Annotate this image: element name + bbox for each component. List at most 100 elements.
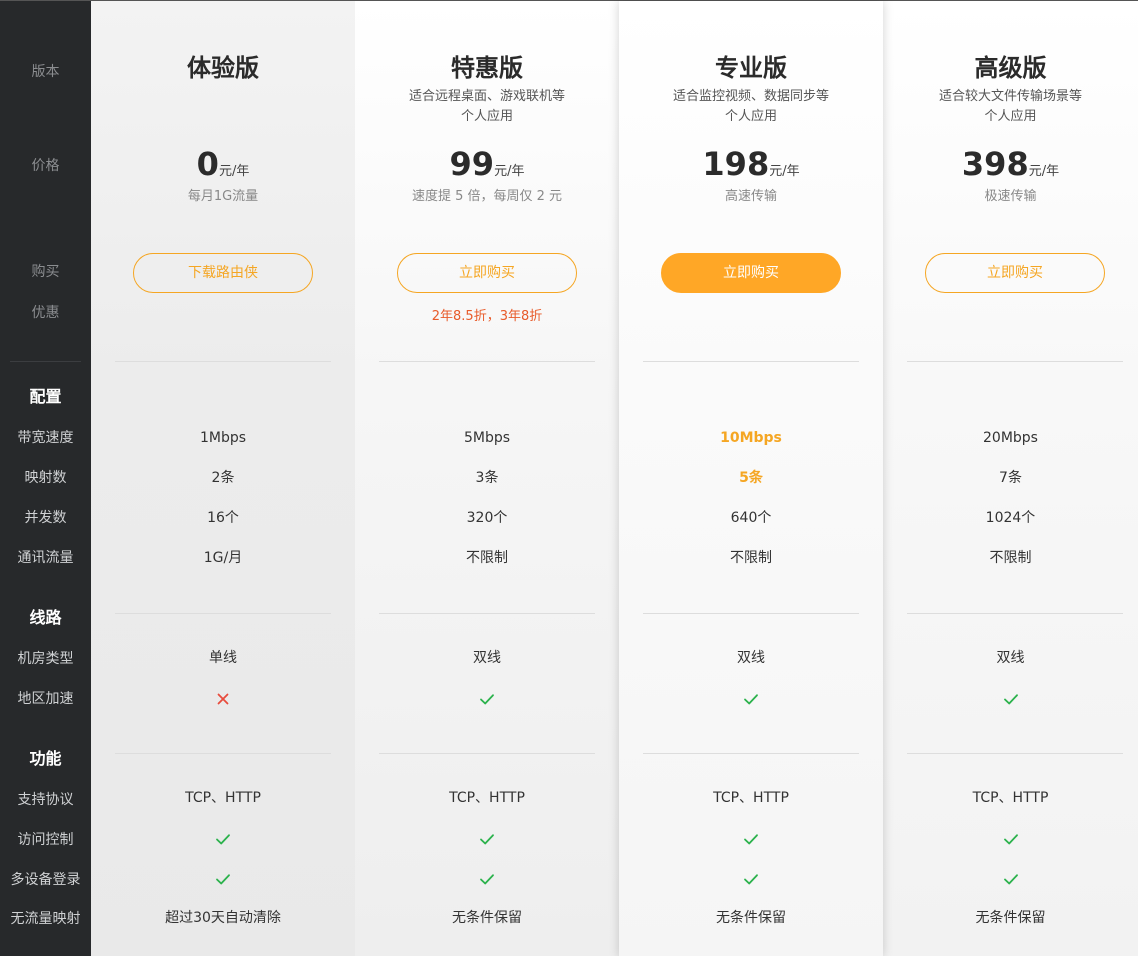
promo-text: 2年8.5折，3年8折 [431, 309, 543, 324]
sidebar-label-concurrency: 并发数 [24, 510, 67, 526]
section-divider [115, 613, 331, 614]
sidebar-label-access-control: 访问控制 [17, 832, 74, 848]
room-type-value: 双线 [996, 650, 1025, 666]
plan-price: 0元/年 [91, 144, 355, 192]
plan-price: 198元/年 [619, 144, 883, 192]
plan-subtitle: 高速传输 [724, 189, 777, 204]
protocols-value: TCP、HTTP [185, 790, 261, 806]
sidebar-label-region-accel: 地区加速 [17, 691, 74, 707]
sidebar-label-protocols: 支持协议 [17, 792, 74, 808]
sidebar-section-line: 线路 [29, 608, 62, 627]
protocols-value: TCP、HTTP [713, 790, 789, 806]
mappings-value: 5条 [739, 470, 763, 486]
plan-title: 专业版 [715, 54, 787, 82]
section-divider [379, 361, 595, 362]
pricing-page: 版本 价格 购买 优惠 配置 带宽速度 映射数 并发数 通讯流量 线路 机房类型… [0, 0, 1138, 956]
no-traffic-mapping-value: 无条件保留 [975, 910, 1046, 926]
price-amount: 198 [702, 145, 770, 183]
sidebar-label-bandwidth: 带宽速度 [17, 430, 74, 446]
sidebar-label-no-traffic-mapping: 无流量映射 [10, 911, 81, 927]
mappings-value: 3条 [475, 470, 499, 486]
section-divider [115, 753, 331, 754]
sidebar-label-version: 版本 [31, 64, 60, 80]
bandwidth-value: 5Mbps [463, 430, 511, 446]
section-divider [907, 361, 1123, 362]
region-accel-check-icon [480, 694, 494, 705]
buy-now-button[interactable]: 立即购买 [925, 253, 1105, 293]
region-accel-cross-icon [217, 693, 229, 705]
section-divider [643, 753, 859, 754]
mappings-value: 7条 [999, 470, 1022, 486]
bandwidth-value: 10Mbps [720, 430, 782, 446]
buy-now-button[interactable]: 立即购买 [661, 253, 841, 293]
section-divider [379, 613, 595, 614]
section-divider [907, 753, 1123, 754]
no-traffic-mapping-value: 超过30天自动清除 [165, 910, 281, 926]
region-accel-check-icon [744, 694, 758, 705]
traffic-value: 不限制 [989, 550, 1032, 566]
mappings-value: 2条 [211, 470, 235, 486]
price-amount: 398 [961, 145, 1029, 183]
plan-description-line2: 个人应用 [724, 109, 777, 124]
access-control-check-icon [744, 834, 758, 845]
concurrency-value: 320个 [466, 510, 508, 526]
plan-description-line1: 适合监控视频、数据同步等 [672, 89, 829, 104]
traffic-value: 1G/月 [203, 550, 243, 566]
multi-device-check-icon [1003, 874, 1018, 885]
sidebar-label-room-type: 机房类型 [17, 651, 74, 667]
section-divider [379, 753, 595, 754]
buy-now-button[interactable]: 立即购买 [397, 253, 577, 293]
no-traffic-mapping-value: 无条件保留 [452, 910, 522, 926]
section-divider [907, 613, 1123, 614]
plan-subtitle: 极速传输 [984, 189, 1037, 204]
concurrency-value: 16个 [207, 510, 239, 526]
plan-price: 398元/年 [883, 144, 1138, 192]
plan-column-pro: 专业版 适合监控视频、数据同步等 个人应用 198元/年 高速传输 立即购买 10Mbps 5… [619, 1, 883, 956]
section-divider [643, 361, 859, 362]
price-unit: 元/年 [1028, 164, 1060, 179]
sidebar-label-buy: 购买 [31, 264, 60, 280]
sidebar-label-multi-device: 多设备登录 [10, 872, 81, 888]
concurrency-value: 1024个 [985, 510, 1036, 526]
bandwidth-value: 1Mbps [199, 430, 247, 446]
access-control-check-icon [480, 834, 494, 845]
sidebar-label-discount: 优惠 [31, 305, 60, 321]
feature-sidebar: 版本 价格 购买 优惠 配置 带宽速度 映射数 并发数 通讯流量 线路 机房类型… [0, 1, 91, 956]
concurrency-value: 640个 [730, 510, 772, 526]
plan-subtitle: 每月1G流量 [187, 189, 259, 204]
price-amount: 99 [449, 145, 495, 183]
traffic-value: 不限制 [466, 550, 508, 566]
sidebar-section-config: 配置 [29, 387, 62, 406]
access-control-check-icon [1003, 834, 1018, 845]
protocols-value: TCP、HTTP [449, 790, 525, 806]
traffic-value: 不限制 [730, 550, 772, 566]
room-type-value: 单线 [209, 650, 237, 666]
plan-description-line2: 个人应用 [460, 109, 513, 124]
section-divider [643, 613, 859, 614]
plan-subtitle: 速度提 5 倍，每周仅 2 元 [411, 189, 563, 204]
plan-title: 特惠版 [451, 54, 523, 82]
plan-title: 体验版 [187, 54, 259, 82]
no-traffic-mapping-value: 无条件保留 [716, 910, 786, 926]
multi-device-check-icon [216, 874, 230, 885]
price-unit: 元/年 [218, 164, 250, 179]
plan-description-line1: 适合较大文件传输场景等 [938, 89, 1082, 104]
plan-column-advanced: 高级版 适合较大文件传输场景等 个人应用 398元/年 极速传输 立即购买 20Mbps 7条… [883, 1, 1138, 956]
region-accel-check-icon [1003, 694, 1018, 705]
access-control-check-icon [216, 834, 230, 845]
price-unit: 元/年 [769, 164, 800, 179]
download-button[interactable]: 下载路由侠 [133, 253, 313, 293]
sidebar-label-traffic: 通讯流量 [17, 550, 74, 566]
plan-title: 高级版 [974, 54, 1047, 82]
plan-description-line1: 适合远程桌面、游戏联机等 [408, 89, 565, 104]
sidebar-label-price: 价格 [31, 158, 60, 174]
bandwidth-value: 20Mbps [983, 430, 1038, 446]
plan-description-line2: 个人应用 [984, 109, 1037, 124]
price-unit: 元/年 [494, 164, 525, 179]
plan-price: 99元/年 [355, 144, 619, 192]
room-type-value: 双线 [737, 650, 765, 666]
multi-device-check-icon [744, 874, 758, 885]
protocols-value: TCP、HTTP [972, 790, 1049, 806]
room-type-value: 双线 [473, 650, 501, 666]
price-amount: 0 [196, 145, 219, 183]
